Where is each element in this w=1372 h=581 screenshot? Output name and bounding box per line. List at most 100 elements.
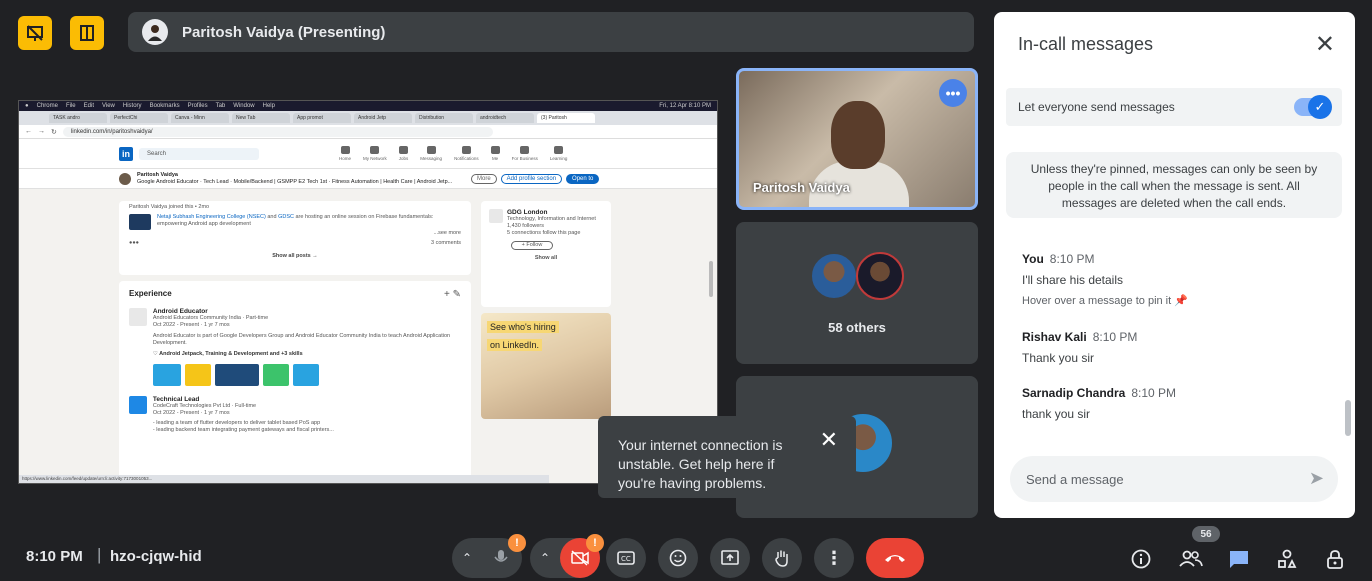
media-thumb: [152, 364, 181, 386]
menu-item: Tab: [215, 103, 226, 109]
close-icon[interactable]: ✕: [1315, 30, 1335, 59]
participant-count-badge: 56: [1192, 526, 1220, 542]
layout-button[interactable]: [70, 16, 104, 50]
chat-icon[interactable]: [1226, 546, 1252, 572]
gdg-followers: 1,430 followers: [507, 223, 544, 229]
media-thumb: [184, 364, 211, 386]
follow-button: + Follow: [511, 241, 553, 250]
connection-warning-toast[interactable]: Your internet connection is unstable. Ge…: [598, 416, 856, 506]
address-bar: linkedin.com/in/paritoshvaidya/: [62, 126, 493, 137]
messaging-icon: [426, 146, 436, 154]
jobs-icon: [399, 146, 409, 154]
gdg-logo: [489, 209, 503, 223]
exp2-desc: - leading a team of flutter developers t…: [152, 420, 321, 426]
back-icon: ←: [25, 128, 32, 135]
chevron-up-icon: ⌃: [462, 551, 473, 565]
activity-card: Paritosh Vaidya joined this • 2mo Netaji…: [119, 201, 471, 275]
send-icon[interactable]: ➤: [1309, 468, 1324, 489]
captions-icon: CC: [617, 551, 635, 565]
message-time: 8:10 PM: [1049, 252, 1095, 266]
mic-alert-badge: !: [508, 534, 526, 552]
menu-item: Bookmarks: [149, 103, 180, 109]
layout-icon: [80, 25, 94, 41]
close-icon[interactable]: ✕: [820, 429, 838, 451]
raise-hand-button[interactable]: [762, 538, 802, 578]
home-icon: [340, 146, 350, 154]
sticky-profile-bar: Paritosh Vaidya Google Android Educator …: [19, 169, 717, 189]
stop-presenting-button[interactable]: [18, 16, 52, 50]
open-to-button: Open to: [566, 173, 600, 184]
profile-avatar: [119, 172, 131, 185]
message-time: 8:10 PM: [1092, 330, 1138, 344]
exp1-role: Android Educator: [152, 308, 208, 315]
others-tile[interactable]: 58 others: [736, 222, 978, 364]
mic-control-button[interactable]: ⌃ !: [452, 534, 526, 578]
post-comments: 3 comments: [431, 240, 461, 246]
grid-icon: [520, 146, 530, 154]
more-options-button[interactable]: ⋮: [814, 538, 854, 578]
media-thumb: [292, 364, 319, 386]
host-controls-icon[interactable]: [1322, 546, 1348, 572]
presenter-video-tile[interactable]: ••• Paritosh Vaidya: [736, 68, 978, 210]
mic-off-icon: [494, 550, 508, 562]
exp1-desc: Android Educator is part of Google Devel…: [152, 333, 451, 346]
others-count-label: 58 others: [828, 320, 886, 335]
camera-off-icon: [571, 550, 589, 566]
chat-message[interactable]: Sarnadip Chandra 8:10 PM thank you sir: [1022, 386, 1332, 421]
present-icon: [721, 550, 739, 565]
li-nav-learning: Learning: [550, 146, 567, 161]
network-icon: [370, 146, 380, 154]
exp2-desc: - leading backend team integrating payme…: [152, 427, 334, 433]
browser-tab: TASK andro: [49, 113, 107, 123]
linkedin-nav: in Search Home My Network Jobs Messaging…: [19, 139, 717, 169]
more-vertical-icon: ⋮: [825, 547, 843, 568]
reactions-icon: ●●●: [129, 240, 139, 246]
chat-message[interactable]: Rishav Kali 8:10 PM Thank you sir: [1022, 330, 1332, 365]
send-message-input[interactable]: Send a message ➤: [1010, 456, 1338, 502]
browser-tab: androidtech: [476, 113, 534, 123]
media-thumbnails: [152, 364, 461, 386]
activities-icon[interactable]: [1274, 546, 1300, 572]
pin-hint: Hover over a message to pin it 📌: [1022, 295, 1188, 307]
li-nav-jobs: Jobs: [399, 146, 409, 161]
camera-alert-badge: !: [586, 534, 604, 552]
linkedin-logo: in: [119, 146, 133, 161]
pin-icon[interactable]: 📌: [1174, 295, 1188, 307]
camera-control-button[interactable]: ⌃ !: [530, 534, 604, 578]
send-messages-toggle[interactable]: ✓: [1294, 95, 1332, 119]
presenter-avatar: [142, 19, 168, 45]
mac-clock: Fri, 12 Apr 8:10 PM: [659, 103, 711, 109]
browser-tab: PerfectChi: [110, 113, 168, 123]
browser-tab: Android Jetp: [354, 113, 412, 123]
reactions-button[interactable]: [658, 538, 698, 578]
captions-button[interactable]: CC: [606, 538, 646, 578]
li-nav-me: Me: [490, 146, 500, 161]
tile-participant-name: Paritosh Vaidya: [753, 180, 850, 195]
see-more-link: ...see more: [433, 230, 461, 236]
meeting-info-icon[interactable]: [1128, 546, 1154, 572]
post-thumbnail: [129, 214, 151, 230]
chat-message[interactable]: You 8:10 PM I'll share his details Hover …: [1022, 252, 1332, 307]
linkedin-search: Search: [139, 147, 259, 160]
people-icon[interactable]: [1178, 546, 1204, 572]
li-nav-network: My Network: [363, 146, 387, 161]
chat-panel: In-call messages ✕ Let everyone send mes…: [994, 12, 1355, 518]
end-call-button[interactable]: [866, 538, 924, 578]
tile-more-options-icon[interactable]: •••: [939, 79, 967, 107]
menu-item: File: [65, 103, 76, 109]
post-meta: Paritosh Vaidya joined this • 2mo: [129, 204, 210, 210]
browser-tab-active: (3) Paritosh: [537, 113, 595, 123]
chat-panel-title: In-call messages: [1018, 34, 1154, 54]
hand-icon: [775, 550, 788, 567]
chat-scrollbar[interactable]: [1345, 400, 1351, 436]
present-screen-button[interactable]: [710, 538, 750, 578]
status-url: https://www.linkedin.com/feed/update/urn…: [19, 475, 549, 483]
mac-menu-bar: ● Chrome File Edit View History Bookmark…: [19, 101, 717, 111]
add-profile-section-button: Add profile section: [500, 173, 563, 184]
menu-item: Profiles: [187, 103, 208, 109]
li-nav-notifications: Notifications: [454, 146, 479, 161]
svg-text:CC: CC: [621, 555, 631, 563]
participant-avatar: [810, 252, 858, 300]
menu-item: Help: [262, 103, 275, 109]
li-nav-business: For Business: [512, 146, 538, 161]
